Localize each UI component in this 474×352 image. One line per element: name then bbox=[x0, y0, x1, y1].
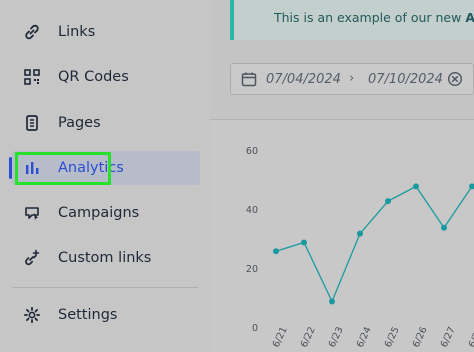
page-icon bbox=[22, 113, 42, 133]
sidebar-item-label: Links bbox=[58, 24, 96, 40]
data-point[interactable] bbox=[329, 298, 335, 305]
sidebar-item-label: Pages bbox=[58, 115, 101, 131]
sidebar-item-campaigns[interactable]: Campaigns bbox=[12, 196, 200, 230]
y-tick-label: 60 bbox=[246, 146, 258, 157]
link-icon bbox=[22, 22, 42, 42]
analytics-line-chart: 60 40 20 0 6/21 6/22 6/23 6/24 6/25 6/26 6/27 6/28 bbox=[246, 146, 474, 349]
sidebar: Links QR Codes Pages Analytics Campaigns… bbox=[0, 0, 210, 352]
start-date[interactable]: 07/04/2024 bbox=[266, 72, 341, 87]
sidebar-item-custom-links[interactable]: Custom links bbox=[12, 241, 200, 275]
x-tick-label: 6/26 bbox=[411, 325, 430, 349]
settings-label: Settings bbox=[58, 307, 118, 323]
sidebar-divider bbox=[12, 287, 198, 288]
banner-bold-text: A bbox=[465, 10, 474, 25]
highlight-box bbox=[15, 152, 111, 185]
banner-text: This is an example of our new bbox=[274, 10, 466, 25]
calendar-icon[interactable] bbox=[241, 71, 257, 91]
sidebar-item-qr-codes[interactable]: QR Codes bbox=[12, 60, 200, 94]
qr-code-icon bbox=[22, 67, 42, 87]
chevron-right-icon: › bbox=[349, 71, 355, 86]
x-tick-label: 6/24 bbox=[355, 325, 374, 349]
sidebar-item-label: Custom links bbox=[58, 250, 152, 266]
data-point[interactable] bbox=[301, 239, 307, 246]
data-point[interactable] bbox=[469, 183, 474, 190]
sidebar-item-label: QR Codes bbox=[58, 69, 129, 85]
sidebar-item-pages[interactable]: Pages bbox=[12, 106, 200, 140]
data-point[interactable] bbox=[413, 183, 419, 190]
x-tick-label: 6/22 bbox=[299, 325, 318, 349]
x-tick-label: 6/28 bbox=[467, 325, 474, 349]
data-point[interactable] bbox=[357, 230, 363, 237]
sidebar-item-links[interactable]: Links bbox=[12, 15, 200, 49]
data-point[interactable] bbox=[385, 198, 391, 205]
clear-date-icon[interactable] bbox=[447, 71, 463, 91]
sidebar-item-settings[interactable]: Settings bbox=[12, 298, 200, 332]
y-tick-label: 20 bbox=[246, 264, 258, 275]
info-banner: This is an example of our new A bbox=[230, 0, 474, 40]
x-tick-label: 6/25 bbox=[383, 325, 402, 349]
campaign-icon bbox=[22, 203, 42, 223]
x-tick-label: 6/23 bbox=[327, 325, 346, 349]
sidebar-item-label: Campaigns bbox=[58, 205, 140, 221]
data-point[interactable] bbox=[441, 224, 447, 231]
end-date[interactable]: 07/10/2024 bbox=[368, 72, 443, 87]
y-tick-label: 0 bbox=[252, 323, 258, 334]
y-tick-label: 40 bbox=[246, 205, 258, 216]
data-point[interactable] bbox=[273, 248, 279, 255]
date-range-picker[interactable]: 07/04/2024 › 07/10/2024 bbox=[230, 63, 474, 95]
custom-link-icon bbox=[22, 248, 42, 268]
x-tick-label: 6/21 bbox=[271, 325, 290, 349]
gear-icon bbox=[22, 305, 42, 325]
x-tick-label: 6/27 bbox=[439, 325, 458, 349]
